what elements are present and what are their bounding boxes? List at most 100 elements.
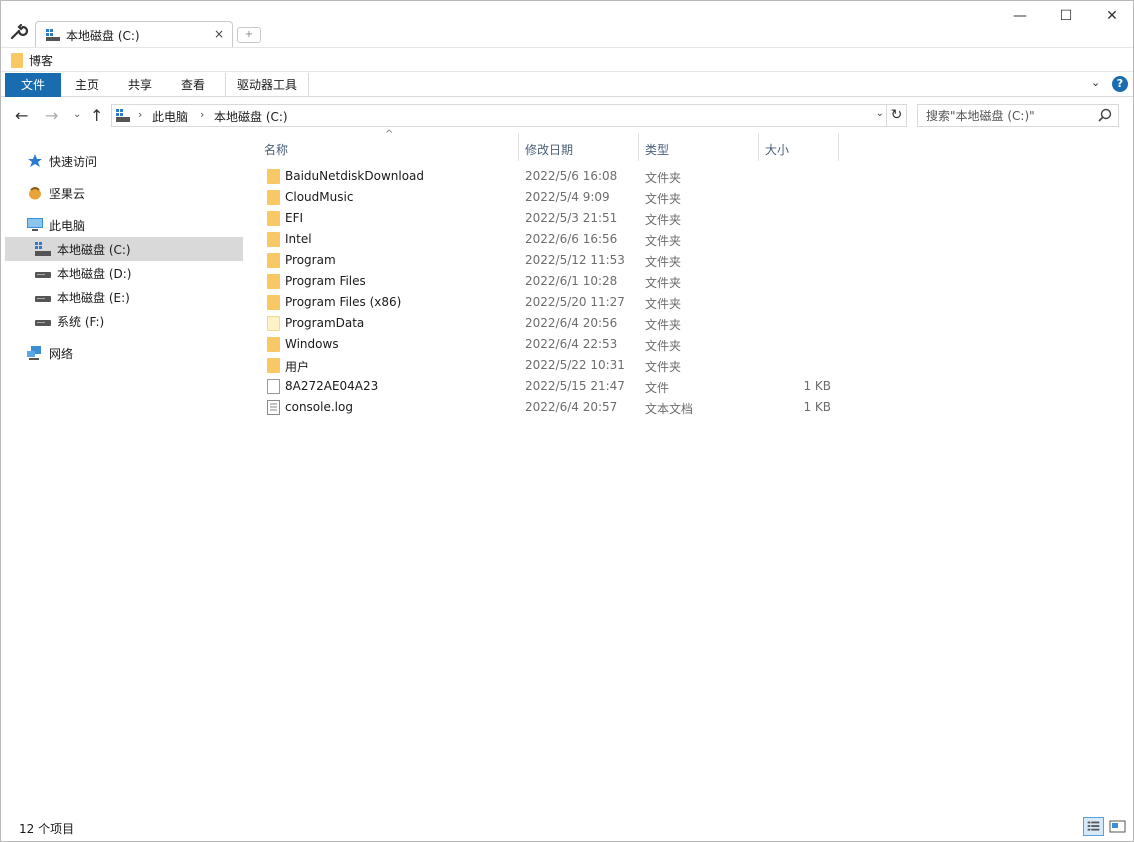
folder-icon <box>11 52 23 68</box>
sidebar-item-system-f[interactable]: 系统 (F:) <box>5 309 243 333</box>
file-date: 2022/6/4 20:56 <box>525 316 618 330</box>
column-divider[interactable] <box>758 133 759 161</box>
column-header-type[interactable]: 类型 <box>645 141 669 158</box>
tab-home[interactable]: 主页 <box>61 73 113 97</box>
column-divider[interactable] <box>638 133 639 161</box>
file-row[interactable]: Program Files 2022/6/1 10:28 文件夹 <box>257 271 839 292</box>
folder-icon <box>267 232 280 247</box>
sidebar-item-nutstore[interactable]: 坚果云 <box>5 181 243 205</box>
refresh-icon[interactable]: ↻ <box>887 104 907 127</box>
file-size: 1 KB <box>803 379 831 393</box>
file-name: 8A272AE04A23 <box>285 379 379 393</box>
sidebar-item-local-disk-c[interactable]: 本地磁盘 (C:) <box>5 237 243 261</box>
tab-local-disk-c[interactable]: 本地磁盘 (C:) × <box>35 21 233 47</box>
sidebar-item-label: 系统 (F:) <box>57 314 105 329</box>
file-name: console.log <box>285 400 353 414</box>
file-name: CloudMusic <box>285 190 354 204</box>
file-size: 1 KB <box>803 400 831 414</box>
breadcrumb-local-disk-c[interactable]: 本地磁盘 (C:) <box>214 108 288 125</box>
file-date: 2022/6/1 10:28 <box>525 274 618 288</box>
file-row[interactable]: Program 2022/5/12 11:53 文件夹 <box>257 250 839 271</box>
folder-icon <box>267 211 280 226</box>
tab-close-icon[interactable]: × <box>214 27 224 41</box>
file-row[interactable]: BaiduNetdiskDownload 2022/5/6 16:08 文件夹 <box>257 166 839 187</box>
file-date: 2022/5/12 11:53 <box>525 253 625 267</box>
status-bar: 12 个项目 <box>1 813 1133 841</box>
favorite-label: 博客 <box>29 53 54 68</box>
sidebar-item-label: 本地磁盘 (E:) <box>57 290 130 305</box>
sidebar-item-this-pc[interactable]: 此电脑 <box>5 213 243 237</box>
file-name: Program Files <box>285 274 366 288</box>
new-tab-button[interactable]: + <box>237 27 261 43</box>
favorites-bar: 博客 <box>1 47 1133 71</box>
file-row[interactable]: Windows 2022/6/4 22:53 文件夹 <box>257 334 839 355</box>
address-dropdown-chevron-icon[interactable]: ⌄ <box>876 108 884 119</box>
address-bar[interactable]: › 此电脑 › 本地磁盘 (C:) ⌄ <box>111 104 887 127</box>
column-divider[interactable] <box>518 133 519 161</box>
help-icon[interactable]: ? <box>1112 76 1128 92</box>
sidebar-item-quick-access[interactable]: 快速访问 <box>5 149 243 173</box>
sort-ascending-icon: ^ <box>385 129 394 140</box>
maximize-button[interactable]: ☐ <box>1043 5 1089 29</box>
column-header-size[interactable]: 大小 <box>765 141 789 158</box>
file-row[interactable]: CloudMusic 2022/5/4 9:09 文件夹 <box>257 187 839 208</box>
sidebar-item-network[interactable]: 网络 <box>5 341 243 365</box>
large-icons-view-icon[interactable] <box>1107 817 1128 836</box>
file-row[interactable]: 用户 2022/5/22 10:31 文件夹 <box>257 355 839 376</box>
item-count: 12 个项目 <box>19 822 75 836</box>
forward-arrow-icon[interactable]: → <box>45 106 58 125</box>
back-arrow-icon[interactable]: ← <box>15 106 28 125</box>
search-input[interactable] <box>918 105 1094 126</box>
file-name: EFI <box>285 211 304 225</box>
wrench-icon[interactable] <box>9 23 29 41</box>
drive-icon <box>35 320 51 326</box>
drive-icon <box>35 272 51 278</box>
file-type: 文件夹 <box>645 339 682 353</box>
sidebar-item-local-disk-d[interactable]: 本地磁盘 (D:) <box>5 261 243 285</box>
file-row[interactable]: ProgramData 2022/6/4 20:56 文件夹 <box>257 313 839 334</box>
tab-file[interactable]: 文件 <box>5 73 61 97</box>
column-divider[interactable] <box>838 133 839 161</box>
file-type: 文件夹 <box>645 318 682 332</box>
file-type: 文本文档 <box>645 402 694 416</box>
close-button[interactable]: ✕ <box>1089 5 1134 29</box>
details-view-icon[interactable] <box>1083 817 1104 836</box>
folder-icon <box>267 253 280 268</box>
recent-locations-chevron-icon[interactable]: ⌄ <box>73 109 81 120</box>
ribbon-expand-chevron-icon[interactable]: ⌄ <box>1091 76 1100 89</box>
tab-drive-tools[interactable]: 驱动器工具 <box>225 73 309 97</box>
sidebar-item-local-disk-e[interactable]: 本地磁盘 (E:) <box>5 285 243 309</box>
nutstore-icon <box>29 187 41 200</box>
column-header-name[interactable]: 名称 <box>264 141 288 158</box>
file-date: 2022/5/22 10:31 <box>525 358 625 372</box>
file-row[interactable]: Program Files (x86) 2022/5/20 11:27 文件夹 <box>257 292 839 313</box>
breadcrumb-separator[interactable]: › <box>138 108 142 121</box>
navigation-pane: 快速访问 坚果云 此电脑 本地磁盘 (C:) 本地磁盘 (D:) 本地磁盘 (E… <box>1 135 247 809</box>
file-type: 文件夹 <box>645 255 682 269</box>
search-box[interactable] <box>917 104 1119 127</box>
file-row[interactable]: 8A272AE04A23 2022/5/15 21:47 文件 1 KB <box>257 376 839 397</box>
file-row[interactable]: EFI 2022/5/3 21:51 文件夹 <box>257 208 839 229</box>
file-date: 2022/6/4 22:53 <box>525 337 618 351</box>
breadcrumb-separator[interactable]: › <box>200 108 204 121</box>
tab-share[interactable]: 共享 <box>113 73 167 97</box>
column-header-date[interactable]: 修改日期 <box>525 141 573 158</box>
file-date: 2022/5/15 21:47 <box>525 379 625 393</box>
sidebar-item-label: 本地磁盘 (D:) <box>57 266 132 281</box>
file-type: 文件夹 <box>645 360 682 374</box>
tab-view[interactable]: 查看 <box>167 73 219 97</box>
file-name: BaiduNetdiskDownload <box>285 169 425 183</box>
file-row[interactable]: Intel 2022/6/6 16:56 文件夹 <box>257 229 839 250</box>
file-row[interactable]: console.log 2022/6/4 20:57 文本文档 1 KB <box>257 397 839 418</box>
explorer-window: 本地磁盘 (C:) × + — ☐ ✕ 博客 文件 主页 共享 查看 驱动器工具… <box>0 0 1134 842</box>
favorite-item[interactable]: 博客 <box>11 52 53 68</box>
minimize-button[interactable]: — <box>997 5 1043 29</box>
file-type: 文件夹 <box>645 297 682 311</box>
breadcrumb-this-pc[interactable]: 此电脑 <box>152 108 188 125</box>
file-date: 2022/6/4 20:57 <box>525 400 618 414</box>
search-icon[interactable] <box>1098 108 1112 122</box>
sidebar-item-label: 本地磁盘 (C:) <box>57 242 131 257</box>
file-name: ProgramData <box>285 316 365 330</box>
up-arrow-icon[interactable]: ↑ <box>90 106 103 125</box>
file-name: Intel <box>285 232 312 246</box>
